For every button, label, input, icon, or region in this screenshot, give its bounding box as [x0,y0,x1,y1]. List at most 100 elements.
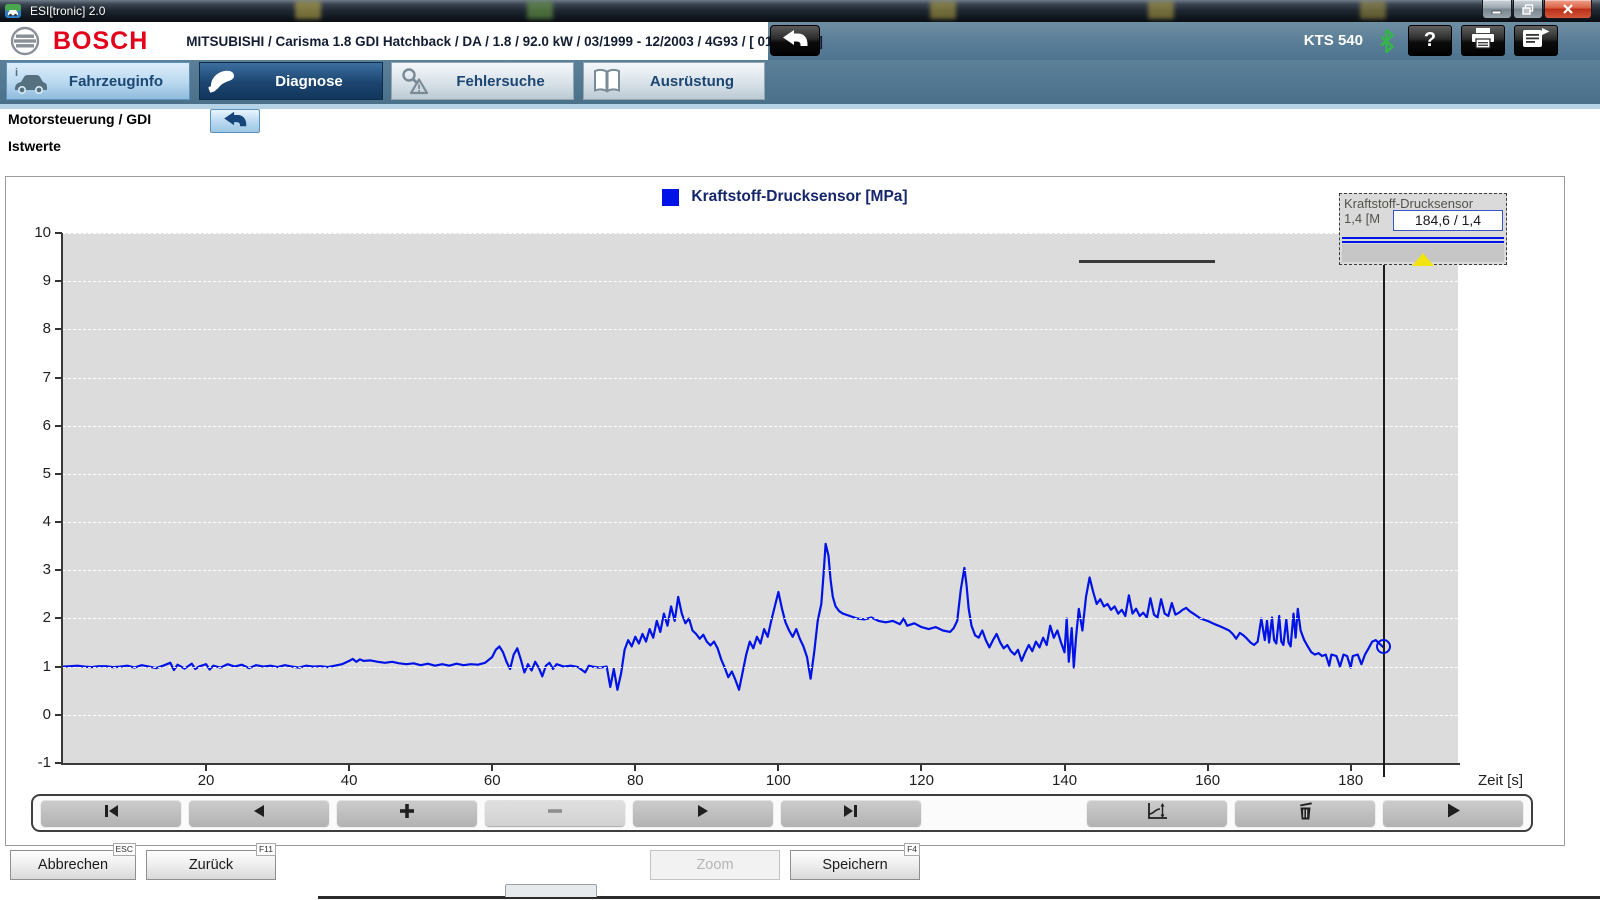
abbrechen-shortcut: ESC [113,843,136,856]
y-tick [55,425,62,427]
car-info-icon: i [7,67,53,95]
gridline [63,522,1458,523]
yellow-triangle-handle[interactable] [1412,253,1434,266]
undo-arrow-icon [222,110,248,133]
restore-button[interactable] [1513,0,1543,19]
legend-label: Kraftstoff-Drucksensor [MPa] [691,188,907,206]
cursor-tooltip: Kraftstoff-Drucksensor 1,4 [M 184,6 / 1,… [1339,193,1507,265]
delete-button[interactable] [1235,800,1375,826]
cursor-readout: 184,6 / 1,4 [1393,210,1503,231]
x-tick-label: 180 [1321,772,1381,789]
desktop-ghost [295,1,321,19]
breadcrumb-back-button[interactable] [210,109,260,133]
gridline [63,378,1458,379]
abbrechen-button[interactable]: Abbrechen ESC [10,850,136,880]
x-tick-label: 40 [319,772,379,789]
x-tick-label: 20 [176,772,236,789]
plot-area[interactable] [63,233,1458,763]
speichern-label: Speichern [822,857,887,873]
cursor-value-marker [1376,639,1391,654]
speichern-button[interactable]: Speichern F4 [790,850,920,880]
play-icon [1445,802,1462,824]
gridline [63,715,1458,716]
axis-scale-icon [1146,802,1168,825]
tab-fehlersuche[interactable]: Fehlersuche [391,62,574,100]
tooltip-handle-strip[interactable] [1342,244,1504,262]
logo-band: BOSCH MITSUBISHI / Carisma 1.8 GDI Hatch… [0,22,768,60]
skip-to-start-button[interactable] [41,800,181,826]
desktop-ghost [930,1,956,19]
x-tick-label: 80 [605,772,665,789]
skip-end-icon [842,803,860,824]
x-tick [491,765,493,771]
y-tick [55,617,62,619]
tab-diagnose[interactable]: Diagnose [199,62,383,100]
help-button[interactable]: ? [1408,25,1452,56]
y-tick-label: 5 [7,465,51,482]
gridline [63,426,1458,427]
x-tick [205,765,207,771]
scale-curve-button[interactable] [1087,800,1227,826]
x-tick-label: 100 [748,772,808,789]
header-back-button[interactable] [770,25,820,56]
skip-to-end-button[interactable] [781,800,921,826]
brand-logo: BOSCH [53,27,148,56]
y-tick [55,762,62,764]
gridline [63,570,1458,571]
y-tick [55,569,62,571]
tab-label: Fahrzeuginfo [53,73,189,90]
x-tick [1350,765,1352,771]
step-forward-button[interactable] [633,800,773,826]
gridline [63,281,1458,282]
app-icon [5,3,22,19]
chart-legend: Kraftstoff-Drucksensor [MPa] [6,188,1564,206]
x-axis-title: Zeit [s] [1478,772,1523,789]
book-icon [584,68,630,94]
zoom-in-button[interactable] [337,800,477,826]
device-label: KTS 540 [1304,32,1363,49]
sensor-plug-icon [200,67,246,95]
trash-icon [1295,801,1315,825]
app-header: BOSCH MITSUBISHI / Carisma 1.8 GDI Hatch… [0,22,1600,60]
close-button[interactable] [1544,0,1592,19]
step-back-button[interactable] [189,800,329,826]
play-button[interactable] [1383,800,1523,826]
bosch-emblem-icon [10,26,40,56]
vehicle-info: MITSUBISHI / Carisma 1.8 GDI Hatchback /… [186,34,823,49]
zoom-button[interactable]: Zoom [650,850,780,880]
window-title: ESI[tronic] 2.0 [30,4,105,18]
cursor-line[interactable] [1383,209,1385,777]
zurueck-shortcut: F11 [256,843,276,856]
minus-icon [547,803,563,824]
x-tick-label: 160 [1178,772,1238,789]
breadcrumb-view: Istwerte [8,138,61,154]
x-tick [777,765,779,771]
x-tick [634,765,636,771]
print-button[interactable] [1461,25,1505,56]
svg-text:i: i [15,67,18,79]
zoom-out-button[interactable] [485,800,625,826]
legend-swatch [662,189,679,206]
breadcrumb-system: Motorsteuerung / GDI [8,111,151,127]
zurueck-label: Zurück [189,857,233,873]
bluetooth-icon [1379,29,1394,58]
x-tick [348,765,350,771]
y-tick [55,714,62,716]
gridline [63,667,1458,668]
y-tick-label: 7 [7,369,51,386]
y-tick [55,232,62,234]
pressure-curve [63,544,1384,690]
undo-arrow-icon [781,28,809,53]
minimize-button[interactable] [1482,0,1512,19]
zurueck-button[interactable]: Zurück F11 [146,850,276,880]
y-tick-label: 2 [7,609,51,626]
report-button[interactable] [1514,25,1558,56]
y-tick-label: 0 [7,706,51,723]
arrow-left-icon [251,803,267,824]
tooltip-title: Kraftstoff-Drucksensor [1340,194,1506,211]
y-tick-label: 8 [7,320,51,337]
y-tick-label: 4 [7,513,51,530]
chart-toolbar [31,794,1533,832]
tab-fahrzeuginfo[interactable]: i Fahrzeuginfo [6,62,190,100]
tab-ausruestung[interactable]: Ausrüstung [583,62,765,100]
